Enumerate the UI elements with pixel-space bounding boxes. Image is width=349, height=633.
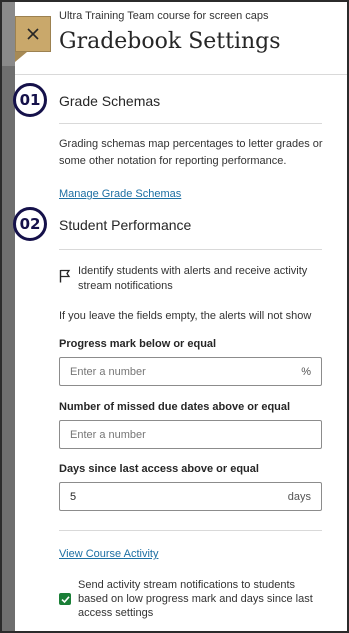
days-suffix: days [287,490,311,503]
days-since-access-field[interactable]: days [59,482,322,511]
empty-fields-note: If you leave the fields empty, the alert… [59,310,312,322]
manage-grade-schemas-link[interactable]: Manage Grade Schemas [59,188,181,200]
course-name: Ultra Training Team course for screen ca… [59,10,269,22]
progress-mark-input[interactable] [70,365,302,378]
close-icon [27,28,39,40]
flag-icon [59,269,71,283]
missed-due-dates-field[interactable] [59,420,322,449]
notify-checkbox-label: Send activity stream notifications to st… [78,579,313,619]
percent-suffix: % [301,365,311,378]
grade-schemas-description: Grading schemas map percentages to lette… [59,138,323,167]
left-edge-strip-top [2,2,15,66]
days-since-access-input[interactable] [70,490,288,503]
section-divider [59,249,322,250]
notify-checkbox[interactable] [59,593,71,605]
progress-mark-label: Progress mark below or equal [59,338,217,350]
close-button[interactable] [15,16,51,52]
section-title-grade-schemas: Grade Schemas [59,93,161,109]
page-title: Gradebook Settings [59,29,281,54]
progress-mark-field[interactable]: % [59,357,322,386]
view-course-activity-link[interactable]: View Course Activity [59,548,158,560]
section-divider [59,123,322,124]
days-since-access-label: Days since last access above or equal [59,463,259,475]
header-divider [15,74,347,75]
missed-due-dates-input[interactable] [70,428,311,441]
alerts-description: Identify students with alerts and receiv… [78,265,308,292]
step-badge-02: 02 [13,207,47,241]
missed-due-dates-label: Number of missed due dates above or equa… [59,401,291,413]
step-badge-01: 01 [13,83,47,117]
gradebook-settings-panel: Ultra Training Team course for screen ca… [0,0,349,633]
section-title-student-performance: Student Performance [59,217,192,233]
close-tab-notch [15,52,27,62]
section-divider [59,530,322,531]
checkmark-icon [60,595,70,603]
